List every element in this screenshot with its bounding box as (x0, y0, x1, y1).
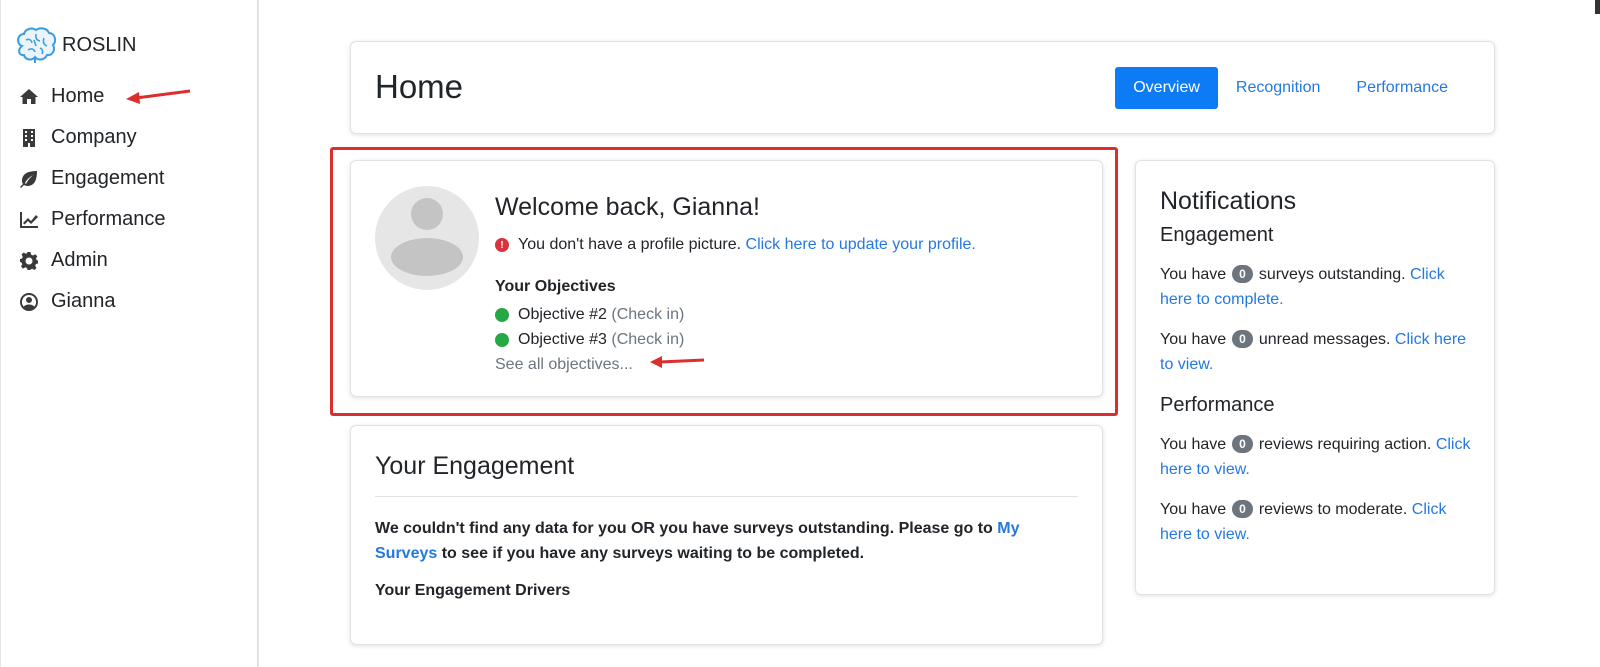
notifications-title: Notifications (1160, 187, 1297, 215)
engagement-drivers-heading: Your Engagement Drivers (375, 582, 571, 599)
brain-logo-icon (17, 27, 57, 63)
notification-text: You have (1160, 436, 1227, 453)
sidebar-item-admin[interactable]: Admin (17, 240, 166, 281)
list-item: Objective #3 (Check in) (495, 327, 684, 352)
exclamation-circle-icon: ! (495, 238, 509, 252)
engagement-card: Your Engagement We couldn't find any dat… (350, 425, 1103, 645)
notification-item: You have 0 reviews to moderate. Click here… (1160, 497, 1475, 547)
leaf-icon (17, 167, 41, 191)
sidebar-item-label: Engagement (51, 167, 165, 189)
brand[interactable]: ROSLIN (14, 26, 136, 64)
engagement-title: Your Engagement (375, 452, 575, 480)
status-dot-icon (495, 307, 509, 322)
engagement-message-text: We couldn't find any data for you OR you… (375, 520, 993, 537)
count-badge: 0 (1232, 265, 1253, 283)
divider (375, 496, 1078, 497)
notification-text: You have (1160, 331, 1227, 348)
building-icon (17, 126, 41, 150)
sidebar-item-label: Company (51, 126, 137, 148)
avatar[interactable] (375, 186, 479, 290)
sidebar-item-company[interactable]: Company (17, 117, 166, 158)
engagement-message: We couldn't find any data for you OR you… (375, 516, 1065, 566)
tab-recognition[interactable]: Recognition (1218, 67, 1339, 109)
notification-text: You have (1160, 501, 1227, 518)
brand-name: ROSLIN (62, 33, 137, 56)
profile-picture-alert: ! You don't have a profile picture. Clic… (495, 236, 976, 254)
sidebar-item-label: Gianna (51, 290, 116, 312)
page-header: Home Overview Recognition Performance (350, 41, 1495, 134)
engagement-message-text: to see if you have any surveys waiting t… (441, 545, 865, 562)
sidebar-item-profile[interactable]: Gianna (17, 281, 166, 322)
sidebar-item-engagement[interactable]: Engagement (17, 158, 166, 199)
page-title: Home (375, 68, 464, 105)
alert-text: You don't have a profile picture. (518, 236, 742, 253)
avatar-placeholder-icon (391, 198, 463, 276)
tab-performance[interactable]: Performance (1338, 67, 1466, 109)
notification-item: You have 0 surveys outstanding. Click here… (1160, 262, 1475, 312)
scrollbar-thumb[interactable] (1595, 0, 1600, 14)
sidebar-item-label: Performance (51, 208, 166, 230)
annotation-arrow-icon (650, 356, 705, 368)
sidebar-item-label: Home (51, 85, 105, 107)
objectives-heading: Your Objectives (495, 278, 616, 295)
notifications-engagement-heading: Engagement (1160, 224, 1274, 246)
annotation-arrow-icon (126, 89, 191, 104)
check-in-link[interactable]: (Check in) (611, 331, 684, 349)
notifications-card: Notifications Engagement You have 0 survey… (1135, 160, 1495, 595)
sidebar-item-performance[interactable]: Performance (17, 199, 166, 240)
notification-item: You have 0 reviews requiring action. Click… (1160, 432, 1475, 482)
chart-line-icon (17, 208, 41, 232)
update-profile-link[interactable]: Click here to update your profile. (746, 236, 976, 254)
notifications-performance-heading: Performance (1160, 394, 1275, 416)
list-item: Objective #2 (Check in) (495, 302, 684, 327)
notification-text: surveys outstanding. (1258, 266, 1406, 283)
count-badge: 0 (1232, 435, 1253, 453)
home-icon (17, 85, 41, 109)
notification-item: You have 0 unread messages. Click here to … (1160, 327, 1475, 377)
notification-text: unread messages. (1258, 331, 1391, 348)
tab-overview[interactable]: Overview (1115, 67, 1218, 109)
user-circle-icon (17, 290, 41, 314)
gear-icon (17, 249, 41, 273)
welcome-title: Welcome back, Gianna! (495, 193, 760, 221)
objective-name[interactable]: Objective #3 (518, 331, 607, 349)
count-badge: 0 (1232, 500, 1253, 518)
sidebar-item-label: Admin (51, 249, 108, 271)
notification-text: reviews requiring action. (1258, 436, 1432, 453)
status-dot-icon (495, 332, 509, 347)
tab-bar: Overview Recognition Performance (1115, 67, 1466, 109)
notification-text: reviews to moderate. (1258, 501, 1408, 518)
sidebar-nav: Home Company Engagement Performance Admi… (17, 76, 166, 322)
check-in-link[interactable]: (Check in) (611, 306, 684, 324)
notification-text: You have (1160, 266, 1227, 283)
welcome-card: Welcome back, Gianna! ! You don't have a… (350, 160, 1103, 397)
count-badge: 0 (1232, 330, 1253, 348)
objective-name[interactable]: Objective #2 (518, 306, 607, 324)
